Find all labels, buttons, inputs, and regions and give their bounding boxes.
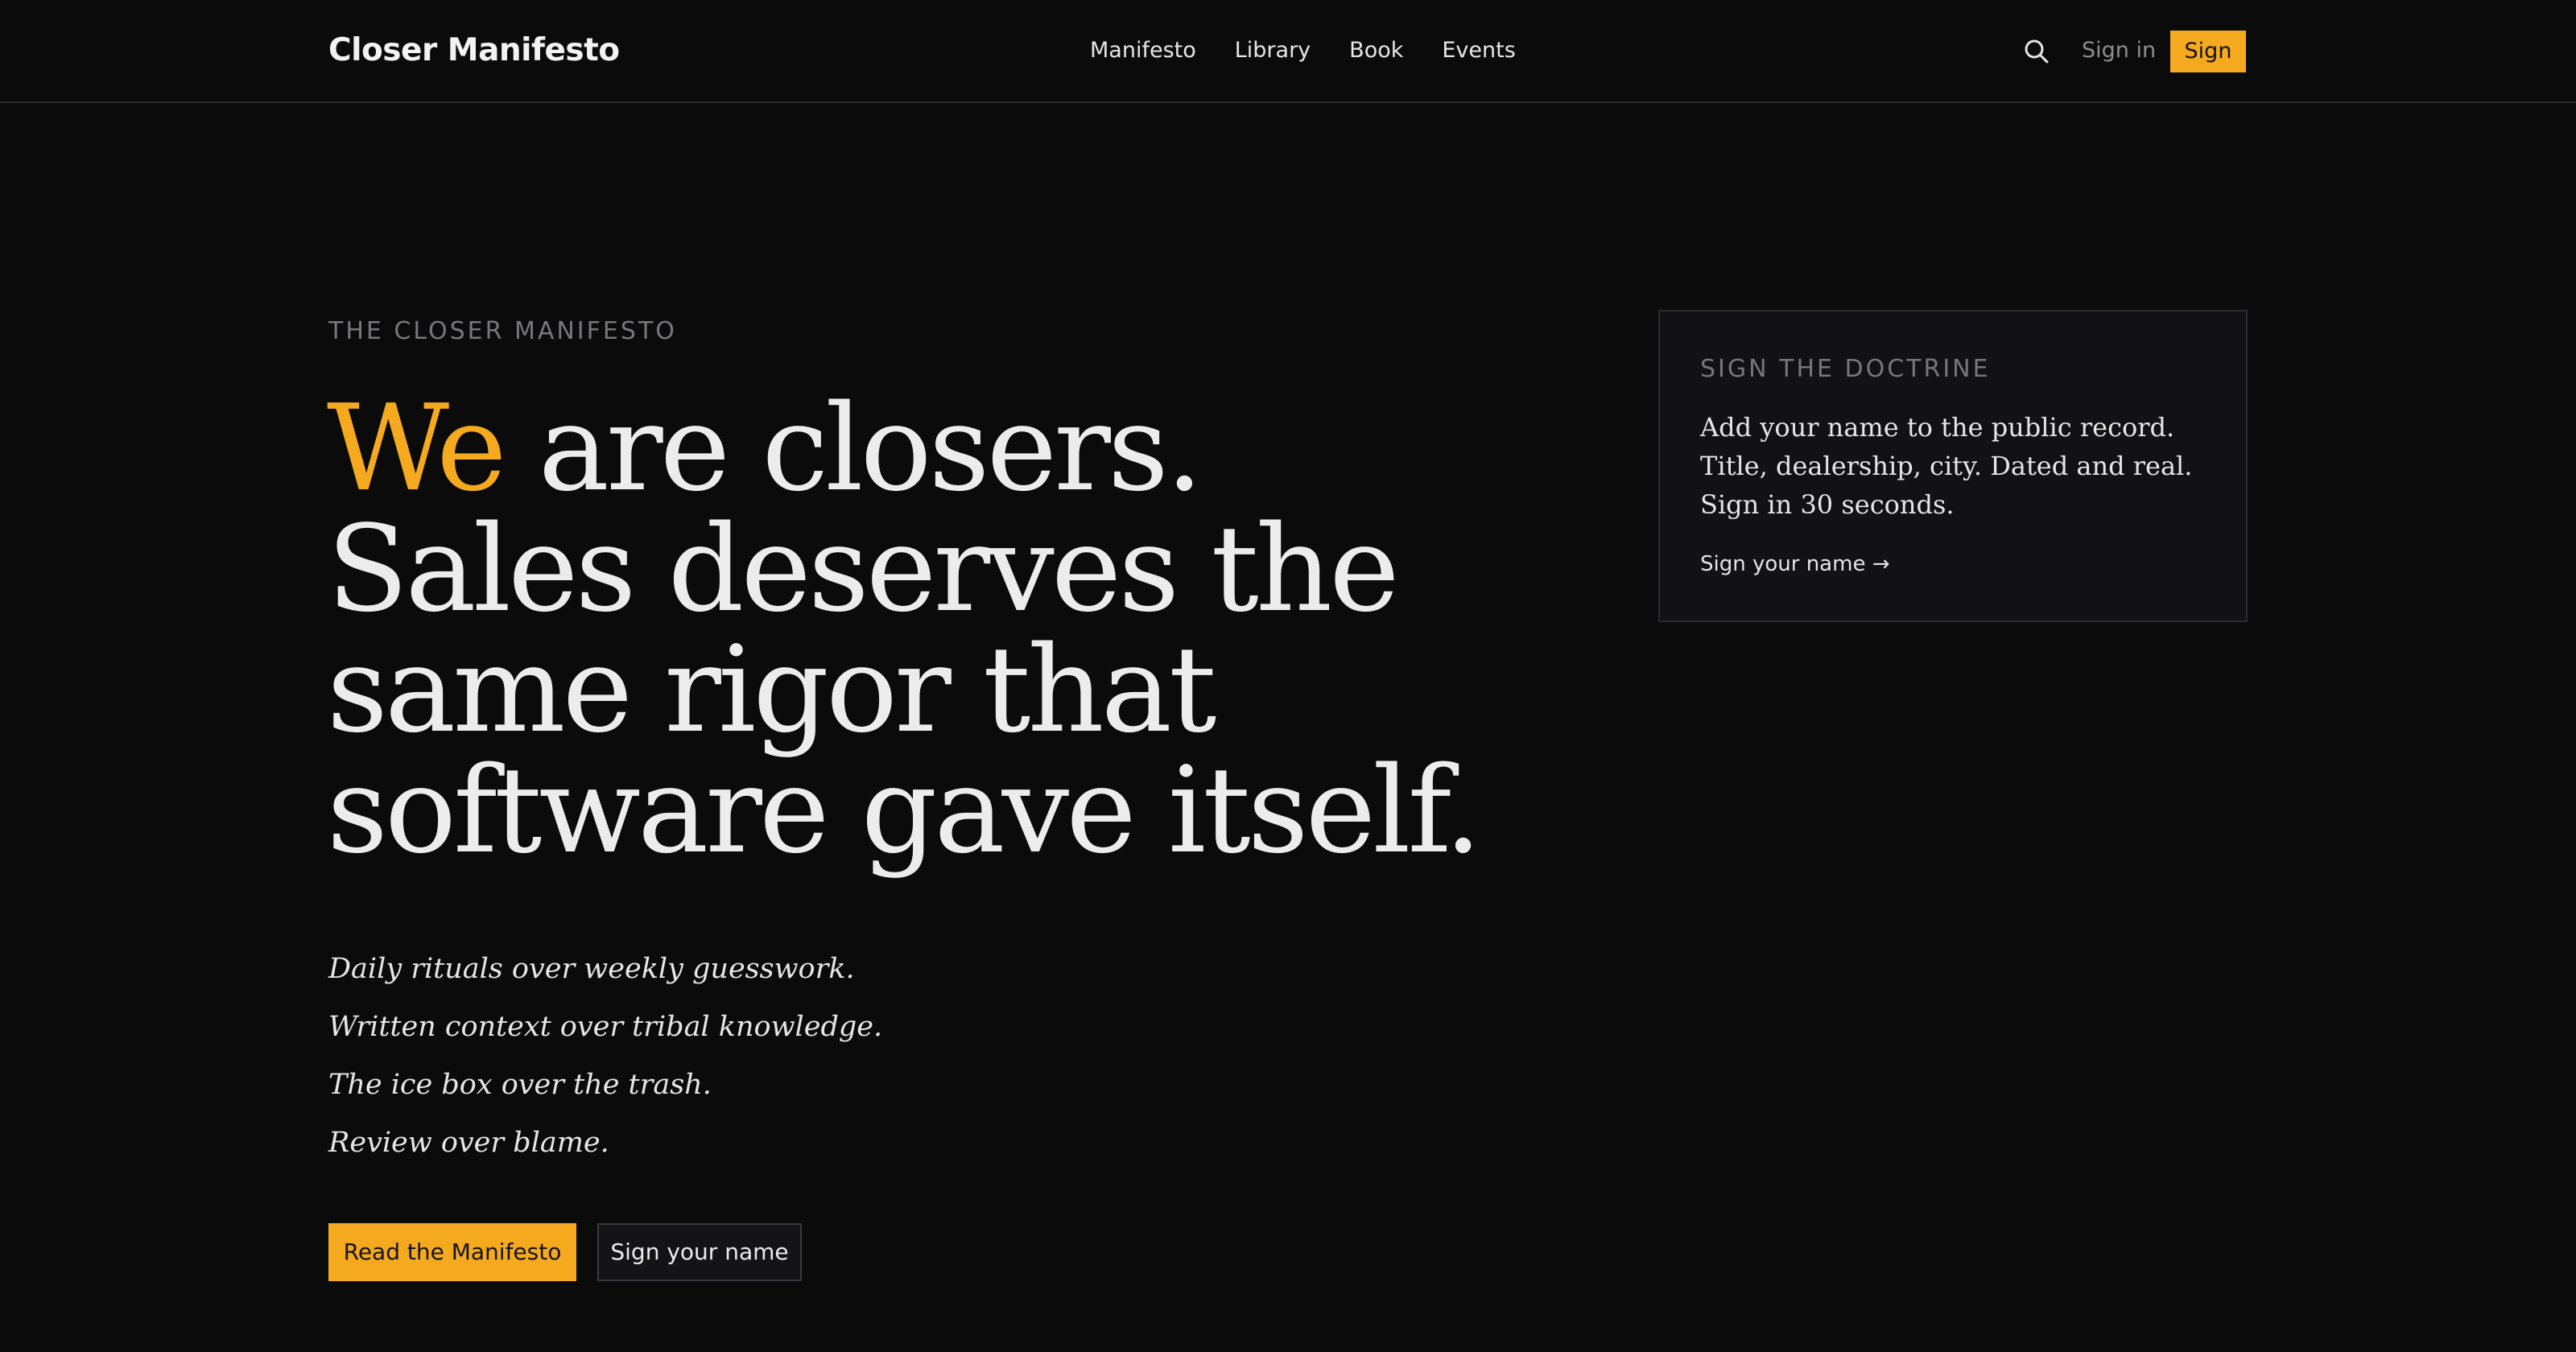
nav-item-events[interactable]: Events [1442, 35, 1515, 66]
card-body-line: Sign in 30 seconds. [1700, 489, 1955, 520]
nav-item-book[interactable]: Book [1349, 35, 1403, 66]
main-nav: Manifesto Library Book Events [1090, 35, 1516, 66]
principle-item: Daily rituals over weekly guesswork. [328, 953, 855, 985]
site-header: Closer Manifesto Manifesto Library Book … [0, 0, 2576, 103]
headline-line-2: Sales deserves the [327, 500, 1400, 638]
nav-item-library[interactable]: Library [1235, 35, 1311, 66]
hero-headline: We are closers. Sales deserves the same … [327, 388, 1534, 871]
search-icon[interactable] [2022, 37, 2051, 66]
arrow-right-icon: → [1872, 552, 1890, 576]
nav-item-manifesto[interactable]: Manifesto [1090, 35, 1196, 66]
headline-line-4: software gave itself. [327, 741, 1482, 880]
principle-item: The ice box over the trash. [328, 1069, 712, 1101]
card-eyebrow: SIGN THE DOCTRINE [1700, 355, 1991, 383]
principle-item: Written context over tribal knowledge. [328, 1011, 883, 1043]
card-body: Add your name to the public record. Titl… [1700, 408, 2215, 524]
headline-line-1: We are closers. [327, 388, 1534, 509]
card-sign-link[interactable]: Sign your name → [1700, 550, 1890, 579]
sign-in-link[interactable]: Sign in [2082, 35, 2156, 66]
sign-doctrine-card: SIGN THE DOCTRINE Add your name to the p… [1658, 310, 2248, 622]
brand-logo[interactable]: Closer Manifesto [328, 31, 620, 70]
card-sign-link-label: Sign your name [1700, 552, 1866, 576]
sign-button[interactable]: Sign [2170, 31, 2246, 72]
hero-eyebrow: THE CLOSER MANIFESTO [328, 317, 677, 345]
card-body-line: Title, dealership, city. Dated and real. [1700, 451, 2193, 481]
principles-list: Daily rituals over weekly guesswork. Wri… [328, 940, 882, 1172]
headline-line-3: same rigor that [327, 620, 1216, 759]
card-body-line: Add your name to the public record. [1700, 412, 2175, 443]
read-manifesto-button[interactable]: Read the Manifesto [328, 1223, 576, 1281]
headline-accent-word: We [327, 379, 507, 517]
sign-your-name-button[interactable]: Sign your name [597, 1223, 802, 1281]
headline-line-1-rest: are closers. [503, 379, 1203, 517]
principle-item: Review over blame. [328, 1127, 609, 1159]
